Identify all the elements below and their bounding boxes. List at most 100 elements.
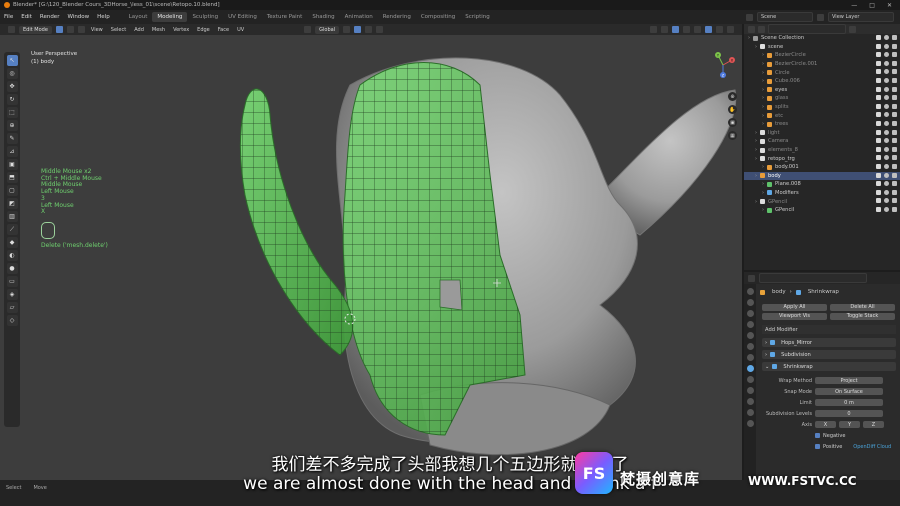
exclude-checkbox[interactable] (876, 77, 881, 83)
exclude-checkbox[interactable] (876, 189, 881, 195)
outliner-row[interactable]: › eyes (744, 86, 900, 95)
collapse-chevron-icon[interactable]: ⌄ (765, 364, 769, 370)
camera-icon[interactable] (892, 181, 897, 187)
exclude-checkbox[interactable] (876, 95, 881, 101)
camera-icon[interactable] (892, 198, 897, 204)
tab-uv-editing[interactable]: UV Editing (223, 12, 262, 22)
data-tab-icon[interactable] (746, 409, 754, 416)
menu-file[interactable]: File (0, 14, 17, 20)
spin-tool-icon[interactable]: ◐ (6, 250, 18, 261)
delete-all-button[interactable]: Delete All (830, 304, 895, 311)
menu-edit[interactable]: Edit (17, 14, 36, 20)
scene-tab-icon[interactable] (746, 332, 754, 339)
eye-icon[interactable] (884, 138, 889, 144)
exclude-checkbox[interactable] (876, 198, 881, 204)
menu-view[interactable]: View (89, 27, 105, 33)
positive-checkbox[interactable] (815, 444, 820, 449)
view-layer-selector[interactable]: View Layer (828, 12, 894, 22)
outliner-row[interactable]: › GPencil (744, 206, 900, 215)
eye-icon[interactable] (884, 69, 889, 75)
poly-build-tool-icon[interactable]: ◆ (6, 237, 18, 248)
view-layer-icon[interactable] (817, 13, 824, 21)
exclude-checkbox[interactable] (876, 138, 881, 144)
modifier-shrinkwrap[interactable]: ⌄ Shrinkwrap (762, 362, 896, 371)
tab-sculpting[interactable]: Sculpting (187, 12, 223, 22)
edge-slide-tool-icon[interactable]: ▭ (6, 276, 18, 287)
tab-rendering[interactable]: Rendering (378, 12, 416, 22)
tab-scripting[interactable]: Scripting (460, 12, 494, 22)
menu-uv[interactable]: UV (235, 27, 246, 33)
pan-hand-icon[interactable]: ✋ (728, 105, 737, 114)
exclude-checkbox[interactable] (876, 146, 881, 152)
eye-icon[interactable] (884, 86, 889, 92)
camera-icon[interactable] (892, 120, 897, 126)
outliner-row[interactable]: › body.001 (744, 163, 900, 172)
move-tool-icon[interactable]: ✥ (6, 81, 18, 92)
transform-orientation-icon[interactable] (304, 26, 312, 33)
eye-icon[interactable] (884, 95, 889, 101)
outliner-row[interactable]: › scene (744, 43, 900, 52)
add-modifier-dropdown[interactable]: Add Modifier (762, 325, 896, 334)
perspective-toggle-icon[interactable]: ▦ (728, 131, 737, 140)
outliner-search-input[interactable] (768, 24, 846, 34)
knife-tool-icon[interactable]: ⟋ (6, 224, 18, 235)
menu-vertex[interactable]: Vertex (171, 27, 191, 33)
camera-icon[interactable] (892, 103, 897, 109)
outliner-row[interactable]: › Modifiers (744, 189, 900, 198)
camera-icon[interactable] (892, 77, 897, 83)
limit-field[interactable]: 0 m (815, 399, 883, 406)
xray-toggle-icon[interactable] (683, 26, 690, 33)
loop-cut-tool-icon[interactable]: ▥ (6, 211, 18, 222)
outliner-row[interactable]: › Circle (744, 68, 900, 77)
tab-modeling[interactable]: Modeling (152, 12, 188, 22)
3d-viewport[interactable] (0, 35, 742, 480)
inset-tool-icon[interactable]: ▢ (6, 185, 18, 196)
exclude-checkbox[interactable] (876, 43, 881, 49)
exclude-checkbox[interactable] (876, 35, 881, 40)
axis-y-toggle[interactable]: Y (839, 421, 860, 428)
exclude-checkbox[interactable] (876, 155, 881, 161)
eye-icon[interactable] (884, 43, 889, 49)
shading-rendered-icon[interactable] (727, 26, 734, 33)
outliner-row[interactable]: › Camera (744, 137, 900, 146)
transform-tool-icon[interactable]: ⊕ (6, 120, 18, 131)
smooth-tool-icon[interactable]: ● (6, 263, 18, 274)
camera-icon[interactable] (892, 172, 897, 178)
exclude-checkbox[interactable] (876, 120, 881, 126)
particles-tab-icon[interactable] (746, 376, 754, 383)
edge-select-icon[interactable] (66, 26, 74, 33)
menu-select[interactable]: Select (109, 27, 128, 33)
outliner-row[interactable]: › light (744, 129, 900, 138)
modifier-subdivision[interactable]: › Subdivision (762, 350, 896, 359)
camera-view-icon[interactable]: ▣ (728, 118, 737, 127)
camera-icon[interactable] (892, 69, 897, 75)
outliner-row[interactable]: › trees (744, 120, 900, 129)
tab-animation[interactable]: Animation (340, 12, 378, 22)
minimize-button[interactable]: — (851, 2, 857, 9)
outliner-row[interactable]: › BezierCircle.001 (744, 60, 900, 69)
subdivision-levels-field[interactable]: 0 (815, 410, 883, 417)
eye-icon[interactable] (884, 155, 889, 161)
extrude-tool-icon[interactable]: ⬒ (6, 172, 18, 183)
render-tab-icon[interactable] (746, 299, 754, 306)
eye-icon[interactable] (884, 146, 889, 152)
filter-icon[interactable] (849, 25, 856, 33)
exclude-checkbox[interactable] (876, 52, 881, 58)
outliner-row[interactable]: › etc (744, 111, 900, 120)
eye-icon[interactable] (884, 181, 889, 187)
outliner-row[interactable]: › glass (744, 94, 900, 103)
menu-face[interactable]: Face (216, 27, 231, 33)
snap-target-icon[interactable] (365, 26, 373, 33)
expand-chevron-icon[interactable]: › (765, 352, 767, 358)
close-button[interactable]: ✕ (887, 2, 892, 9)
axis-z-toggle[interactable]: Z (863, 421, 884, 428)
shrink-fatten-tool-icon[interactable]: ◈ (6, 289, 18, 300)
exclude-checkbox[interactable] (876, 112, 881, 118)
select-box-tool-icon[interactable]: ↖ (6, 55, 18, 66)
measure-tool-icon[interactable]: ⊿ (6, 146, 18, 157)
menu-edge[interactable]: Edge (195, 27, 212, 33)
camera-icon[interactable] (892, 52, 897, 58)
face-select-icon[interactable] (77, 26, 85, 33)
exclude-checkbox[interactable] (876, 103, 881, 109)
camera-icon[interactable] (892, 138, 897, 144)
